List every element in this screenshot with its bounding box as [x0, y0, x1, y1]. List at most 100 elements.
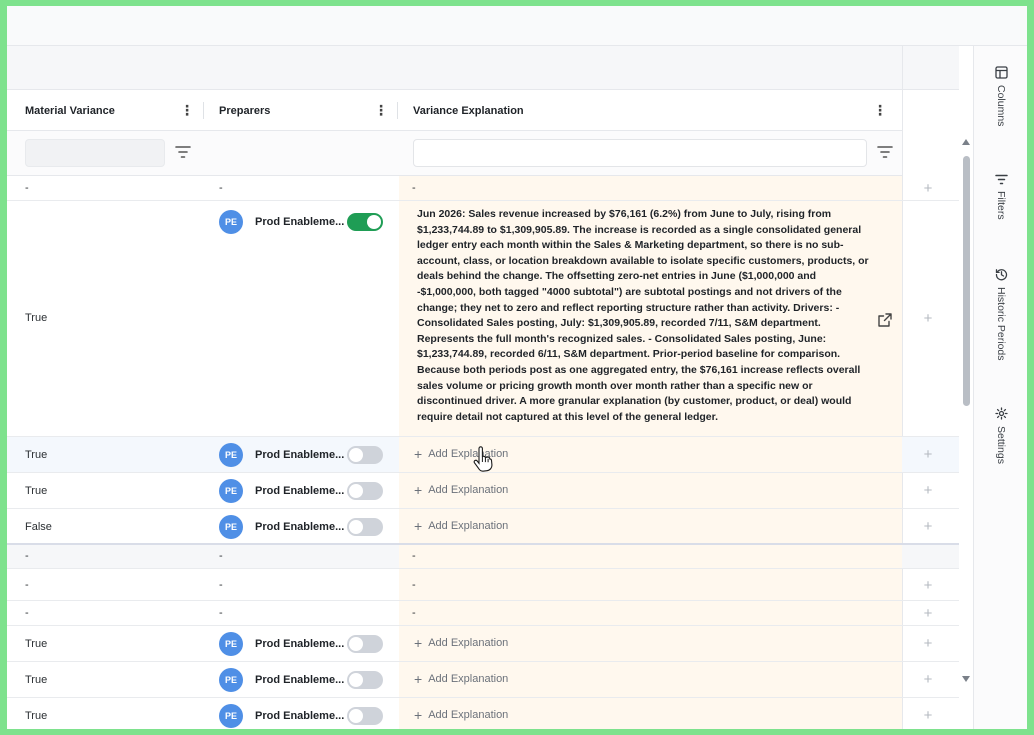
material-variance-value: - — [25, 607, 29, 619]
preparer-name: Prod Enableme... — [255, 638, 345, 650]
column-menu-icon[interactable]: ⋮ — [180, 103, 194, 117]
material-variance-value: False — [25, 521, 52, 533]
approval-toggle[interactable] — [347, 482, 383, 500]
side-tab-filters[interactable]: Filters — [974, 174, 1027, 220]
approval-toggle[interactable] — [347, 213, 383, 231]
approval-toggle[interactable] — [347, 671, 383, 689]
columns-icon — [994, 66, 1008, 79]
toggle-knob — [349, 673, 363, 687]
add-explanation-label: Add Explanation — [428, 448, 509, 460]
table-row: - - - + — [7, 601, 959, 626]
add-row-icon[interactable]: + — [921, 311, 935, 326]
preparer-cell: PE Prod Enableme... — [219, 704, 383, 728]
side-tab-label: Filters — [995, 191, 1007, 220]
side-tab-settings[interactable]: Settings — [974, 407, 1027, 464]
material-variance-value: True — [25, 710, 48, 722]
add-explanation-button[interactable]: + Add Explanation — [414, 707, 508, 723]
scroll-down-icon[interactable] — [962, 676, 970, 682]
grid-toolbar-area — [7, 46, 959, 90]
explanation-cell — [399, 569, 902, 600]
vertical-scrollbar[interactable] — [959, 136, 973, 689]
filter-icon[interactable] — [877, 145, 893, 159]
material-variance-value: True — [25, 638, 48, 650]
add-explanation-button[interactable]: + Add Explanation — [414, 636, 508, 650]
add-row-icon[interactable]: + — [921, 519, 935, 534]
column-header-label: Preparers — [219, 104, 271, 117]
avatar: PE — [219, 443, 243, 467]
material-variance-value: - — [25, 579, 29, 591]
approval-toggle[interactable] — [347, 707, 383, 725]
column-header-material-variance[interactable]: Material Variance ⋮ — [7, 90, 202, 131]
explanation-value: - — [412, 550, 416, 562]
side-tab-label: Settings — [995, 426, 1007, 464]
toggle-knob — [367, 215, 381, 229]
variance-explanation-filter-input[interactable] — [413, 139, 867, 167]
preparer-name: Prod Enableme... — [255, 449, 345, 461]
explanation-cell — [399, 545, 902, 568]
avatar: PE — [219, 515, 243, 539]
plus-icon: + — [414, 482, 423, 498]
column-header-preparers[interactable]: Preparers ⋮ — [201, 90, 396, 131]
avatar: PE — [219, 668, 243, 692]
data-grid: Material Variance ⋮ Preparers ⋮ Variance… — [7, 46, 959, 729]
add-explanation-button[interactable]: + Add Explanation — [414, 671, 509, 687]
preparer-cell: PE Prod Enableme... — [219, 210, 383, 234]
table-row: True PE Prod Enableme... + Add Explanati… — [7, 626, 959, 662]
add-row-icon[interactable]: + — [921, 578, 935, 593]
toggle-knob — [349, 637, 363, 651]
add-row-icon[interactable]: + — [921, 672, 935, 687]
history-icon — [995, 269, 1007, 281]
add-explanation-button[interactable]: + Add Explanation — [414, 518, 508, 534]
explanation-value: - — [412, 607, 416, 619]
material-variance-value: - — [25, 550, 29, 562]
side-tab-columns[interactable]: Columns — [974, 66, 1027, 126]
toggle-knob — [349, 448, 363, 462]
column-header-label: Variance Explanation — [413, 104, 524, 117]
scroll-up-icon[interactable] — [962, 139, 970, 145]
filter-icon — [994, 174, 1008, 185]
approval-toggle[interactable] — [347, 518, 383, 536]
plus-icon: + — [414, 671, 423, 687]
explanation-cell — [399, 601, 902, 625]
explanation-value: - — [412, 579, 416, 591]
plus-icon: + — [414, 446, 423, 462]
table-row: - - - + — [7, 569, 959, 601]
add-row-icon[interactable]: + — [921, 483, 935, 498]
preparer-name: Prod Enableme... — [255, 216, 345, 228]
toggle-knob — [349, 709, 363, 723]
add-row-icon[interactable]: + — [921, 447, 935, 462]
variance-explanation-text[interactable]: Jun 2026: Sales revenue increased by $76… — [417, 207, 869, 425]
hand-cursor-icon — [473, 446, 493, 472]
side-tab-historic-periods[interactable]: Historic Periods — [974, 268, 1027, 361]
filter-icon[interactable] — [175, 145, 191, 159]
preparer-value: - — [219, 550, 223, 562]
avatar: PE — [219, 479, 243, 503]
explanation-value: - — [412, 182, 416, 194]
preparer-name: Prod Enableme... — [255, 674, 345, 686]
column-menu-icon[interactable]: ⋮ — [873, 103, 887, 117]
material-variance-filter-input[interactable] — [25, 139, 165, 167]
add-row-icon[interactable]: + — [921, 181, 935, 196]
plus-icon: + — [414, 707, 423, 723]
plus-icon: + — [414, 518, 423, 534]
approval-toggle[interactable] — [347, 635, 383, 653]
add-explanation-button[interactable]: + Add Explanation — [414, 482, 508, 498]
material-variance-value: - — [25, 182, 29, 194]
column-header-row: Material Variance ⋮ Preparers ⋮ Variance… — [7, 90, 902, 131]
add-row-icon[interactable]: + — [921, 636, 935, 651]
app-window: Material Variance ⋮ Preparers ⋮ Variance… — [7, 6, 1027, 729]
column-header-variance-explanation[interactable]: Variance Explanation ⋮ — [395, 90, 895, 131]
table-row: - - - — [7, 545, 959, 569]
table-row: True PE Prod Enableme... + Add Explanati… — [7, 662, 959, 698]
open-external-icon[interactable] — [878, 313, 892, 327]
avatar: PE — [219, 632, 243, 656]
scrollbar-thumb[interactable] — [963, 156, 970, 406]
add-explanation-button[interactable]: + Add Explanation — [414, 446, 509, 462]
add-explanation-label: Add Explanation — [428, 673, 509, 685]
preparer-cell: PE Prod Enableme... — [219, 515, 383, 539]
approval-toggle[interactable] — [347, 446, 383, 464]
add-row-icon[interactable]: + — [921, 606, 935, 621]
add-row-icon[interactable]: + — [921, 708, 935, 723]
column-menu-icon[interactable]: ⋮ — [374, 103, 388, 117]
preparer-value: - — [219, 579, 223, 591]
